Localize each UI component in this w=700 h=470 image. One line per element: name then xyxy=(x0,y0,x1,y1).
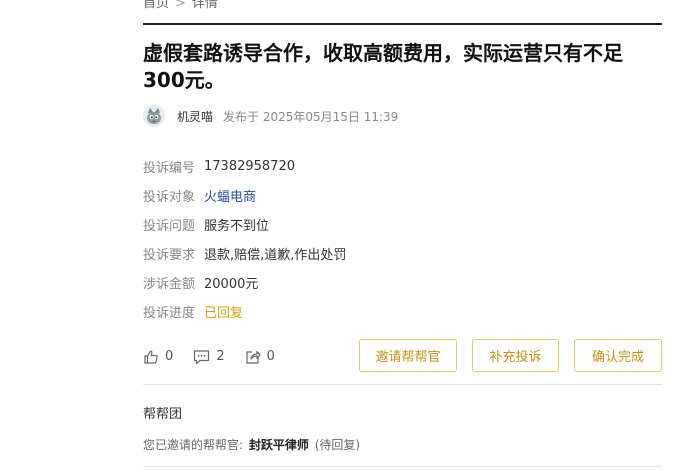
author-row: 机灵喵 发布于 2025年05月15日 11:39 xyxy=(143,104,398,128)
publish-time: 发布于 2025年05月15日 11:39 xyxy=(223,109,399,124)
field-label: 投诉要求 xyxy=(143,248,196,263)
like-button[interactable]: 0 xyxy=(143,349,173,365)
invite-status: (待回复) xyxy=(314,438,361,452)
comment-icon xyxy=(194,349,210,364)
field-label: 投诉对象 xyxy=(143,190,196,205)
field-complaint-issue: 投诉问题 服务不到位 xyxy=(143,210,346,239)
header-divider xyxy=(143,23,662,25)
share-count: 0 xyxy=(266,349,275,364)
field-value: 20000元 xyxy=(204,277,259,292)
field-complaint-target: 投诉对象 火蝠电商 xyxy=(143,181,346,210)
breadcrumb-separator: > xyxy=(175,0,186,11)
help-team-title: 帮帮团 xyxy=(143,407,183,422)
avatar[interactable] xyxy=(143,105,165,127)
bottom-divider xyxy=(143,466,662,467)
comment-button[interactable]: 2 xyxy=(193,349,225,365)
field-complaint-amount: 涉诉金额 20000元 xyxy=(143,268,346,297)
share-icon xyxy=(245,350,261,364)
breadcrumb: 首页 > 详情 xyxy=(143,0,218,11)
field-complaint-id: 投诉编号 17382958720 xyxy=(143,152,346,181)
cat-avatar-icon xyxy=(143,105,165,127)
field-label: 投诉进度 xyxy=(143,306,196,321)
field-complaint-demand: 投诉要求 退款,赔偿,道歉,作出处罚 xyxy=(143,239,346,268)
field-label: 涉诉金额 xyxy=(143,277,196,292)
complaint-target-link[interactable]: 火蝠电商 xyxy=(204,186,256,205)
field-complaint-progress: 投诉进度 已回复 xyxy=(143,297,346,326)
field-value: 17382958720 xyxy=(204,159,295,174)
author-name[interactable]: 机灵喵 xyxy=(177,108,213,125)
complaint-fields: 投诉编号 17382958720 投诉对象 火蝠电商 投诉问题 服务不到位 投诉… xyxy=(143,152,346,326)
share-button[interactable]: 0 xyxy=(245,349,275,365)
invited-helper-line: 您已邀请的帮帮官: 封跃平律师 (待回复) xyxy=(143,436,360,453)
lawyer-name-link[interactable]: 封跃平律师 xyxy=(249,438,309,452)
status-badge: 已回复 xyxy=(204,306,244,321)
section-divider xyxy=(143,384,662,385)
complaint-title: 虚假套路诱导合作，收取高额费用，实际运营只有不足300元。 xyxy=(143,41,623,92)
field-label: 投诉编号 xyxy=(143,161,196,176)
field-value: 服务不到位 xyxy=(204,219,270,234)
like-count: 0 xyxy=(165,349,174,364)
field-label: 投诉问题 xyxy=(143,219,196,234)
field-value: 退款,赔偿,道歉,作出处罚 xyxy=(204,248,347,263)
invite-helper-button[interactable]: 邀请帮帮官 xyxy=(359,339,457,372)
action-bar: 0 2 0 邀请帮帮官 补充投诉 确认完成 xyxy=(143,339,662,374)
breadcrumb-home-link[interactable]: 首页 xyxy=(143,0,169,11)
confirm-complete-button[interactable]: 确认完成 xyxy=(574,339,662,372)
thumbs-up-icon xyxy=(144,349,158,364)
comment-count: 2 xyxy=(216,349,225,364)
invite-prefix: 您已邀请的帮帮官: xyxy=(143,438,244,452)
breadcrumb-current: 详情 xyxy=(191,0,218,11)
supplement-complaint-button[interactable]: 补充投诉 xyxy=(472,339,559,372)
